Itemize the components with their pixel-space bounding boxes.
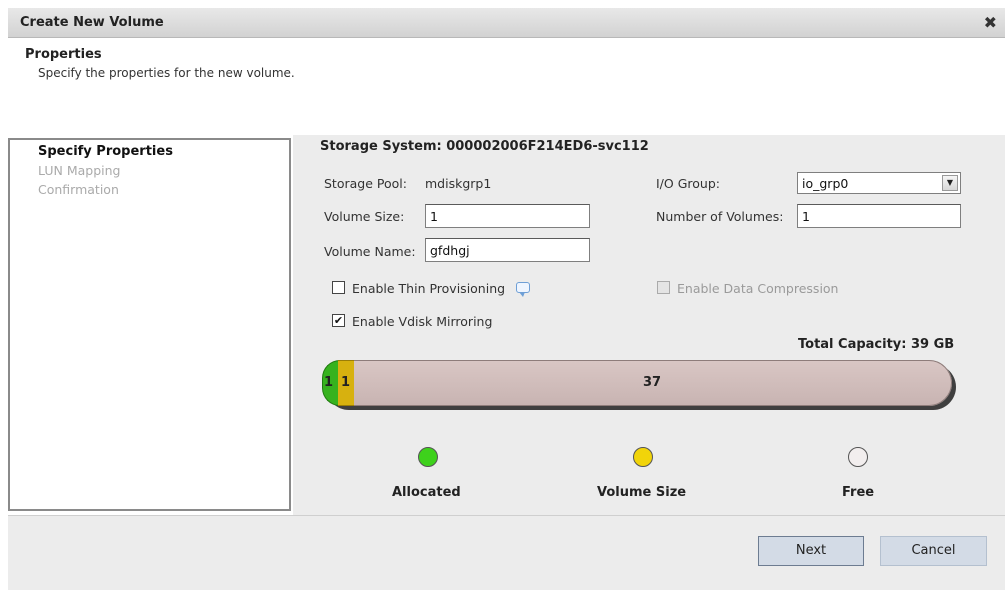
capacity-free-value: 37 — [643, 375, 662, 390]
close-icon[interactable]: ✖ — [984, 13, 997, 32]
capacity-volume-size-value: 1 — [341, 375, 351, 390]
volume-name-input[interactable]: gfdhgj — [425, 238, 590, 262]
dialog-title: Create New Volume — [20, 15, 164, 30]
dialog-footer: Next Cancel — [8, 515, 1005, 590]
storage-pool-label: Storage Pool: — [324, 176, 407, 191]
thin-provisioning-checkbox[interactable] — [332, 281, 345, 294]
allocated-legend-label: Allocated — [392, 485, 461, 500]
help-tooltip-icon[interactable] — [516, 282, 530, 297]
io-group-selected-value: io_grp0 — [802, 176, 849, 191]
cancel-button[interactable]: Cancel — [880, 536, 987, 566]
vdisk-mirroring-label[interactable]: Enable Vdisk Mirroring — [352, 314, 492, 329]
storage-pool-value: mdiskgrp1 — [425, 176, 492, 191]
page-description: Specify the properties for the new volum… — [38, 66, 295, 80]
free-legend-label: Free — [842, 485, 875, 500]
total-capacity-label: Total Capacity: 39 GB — [798, 337, 955, 352]
step-lun-mapping[interactable]: LUN Mapping — [38, 163, 120, 178]
data-compression-label: Enable Data Compression — [677, 281, 839, 296]
volume-size-legend-icon — [633, 447, 653, 467]
volume-name-label: Volume Name: — [324, 244, 416, 259]
data-compression-checkbox — [657, 281, 670, 294]
number-of-volumes-input[interactable]: 1 — [797, 204, 961, 228]
volume-size-legend-label: Volume Size — [597, 485, 687, 500]
wizard-steps-panel: Specify Properties LUN Mapping Confirmat… — [8, 138, 291, 511]
volume-size-label: Volume Size: — [324, 209, 405, 224]
io-group-select[interactable]: io_grp0 ▼ — [797, 172, 961, 194]
allocated-legend-icon — [418, 447, 438, 467]
number-of-volumes-label: Number of Volumes: — [656, 209, 784, 224]
thin-provisioning-label[interactable]: Enable Thin Provisioning — [352, 281, 505, 296]
dialog-titlebar: Create New Volume ✖ — [8, 8, 1005, 38]
page-title: Properties — [25, 47, 102, 62]
capacity-free-segment — [322, 360, 952, 406]
io-group-label: I/O Group: — [656, 176, 720, 191]
chevron-down-icon[interactable]: ▼ — [942, 175, 958, 191]
free-legend-icon — [848, 447, 868, 467]
capacity-bar: 1 1 37 — [322, 360, 960, 412]
volume-size-input[interactable]: 1 — [425, 204, 590, 228]
next-button[interactable]: Next — [758, 536, 864, 566]
storage-system-title: Storage System: 000002006F214ED6-svc112 — [320, 139, 649, 154]
step-specify-properties: Specify Properties — [38, 144, 173, 159]
capacity-allocated-value: 1 — [324, 375, 334, 390]
vdisk-mirroring-checkbox[interactable]: ✔ — [332, 314, 345, 327]
step-confirmation[interactable]: Confirmation — [38, 182, 119, 197]
